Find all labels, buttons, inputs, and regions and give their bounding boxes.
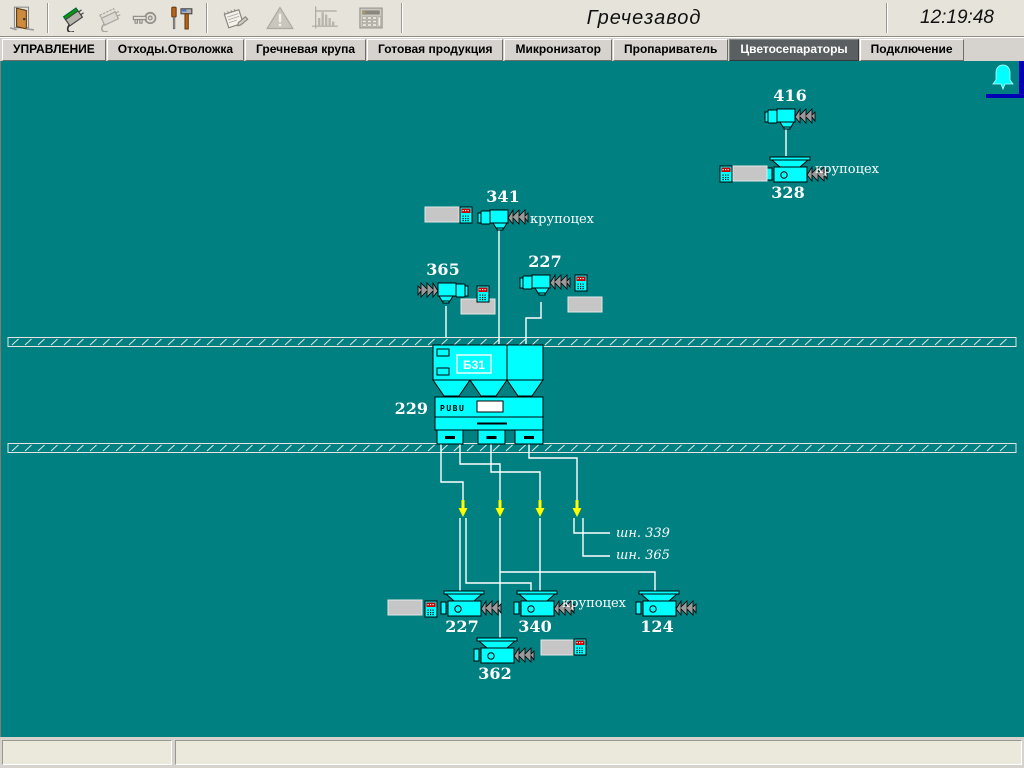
- auger-screw: [676, 601, 696, 615]
- auger-screw: [550, 275, 570, 289]
- tab-proparivatel[interactable]: Пропариватель: [613, 39, 728, 61]
- separator-panel-text: PUBU: [440, 404, 465, 413]
- screw-365-label: шн. 365: [616, 548, 670, 563]
- machine-227b[interactable]: 227: [441, 591, 501, 636]
- blue-edge-right: [1019, 61, 1024, 98]
- tab-othody-otvolozhka[interactable]: Отходы.Отволожка: [107, 39, 244, 61]
- machine-number: 365: [426, 260, 459, 279]
- tab-grechnevaya-krupa[interactable]: Гречневая крупа: [245, 39, 366, 61]
- machine-number: 328: [771, 183, 804, 202]
- exit-button[interactable]: [4, 3, 40, 33]
- machine-number: 416: [773, 86, 806, 105]
- tab-cvetoseparatory[interactable]: Цветосепараторы: [729, 39, 858, 61]
- clock: 12:19:48: [894, 7, 1020, 29]
- control-panel-icon[interactable]: [460, 207, 472, 223]
- chart-icon: [308, 4, 342, 32]
- door-icon: [9, 5, 35, 31]
- auger-screw: [481, 601, 501, 615]
- bunker-b31-label: Б31: [463, 358, 485, 372]
- auger-screw: [508, 210, 528, 224]
- flow-arrow: [573, 500, 582, 517]
- pipe-line: [466, 518, 531, 591]
- auger-screw: [795, 109, 815, 123]
- machine-number: 362: [478, 664, 511, 683]
- connect-button[interactable]: [55, 3, 91, 33]
- calculator-icon: [355, 4, 387, 32]
- indicator-box: [388, 600, 422, 615]
- tools-icon: [168, 4, 194, 32]
- machine-416[interactable]: 416: [765, 86, 815, 129]
- warning-icon: [265, 4, 295, 32]
- control-panel-icon[interactable]: [575, 275, 587, 291]
- machine-number: 227: [528, 252, 561, 271]
- pipe-line: [583, 518, 610, 556]
- machine-number: 340: [518, 617, 551, 636]
- plug-disconnected-icon: [95, 4, 123, 32]
- workshop-label: крупоцех: [530, 212, 595, 227]
- control-panel-icon[interactable]: [425, 601, 437, 617]
- control-panel-icon[interactable]: [720, 166, 732, 182]
- toolbar: Гречезавод 12:19:48: [0, 0, 1024, 37]
- process-diagram: 416 328 крупоцех 341 крупоцех 365 227 227 340 кру…: [1, 61, 1024, 737]
- pipe-line: [500, 572, 655, 591]
- machine-328[interactable]: 328 крупоцех: [767, 157, 880, 202]
- machine-229-label: 229: [395, 399, 428, 418]
- workshop-label: крупоцех: [815, 162, 880, 177]
- status-panel-left: [2, 740, 172, 765]
- conveyor-line: [8, 444, 1016, 453]
- screw-339-label: шн. 339: [616, 526, 670, 541]
- journal-icon: [220, 4, 252, 32]
- machine-340[interactable]: 340 крупоцех: [514, 591, 627, 636]
- toolbar-separator: [401, 3, 402, 33]
- tab-bar: УПРАВЛЕНИЕОтходы.ОтволожкаГречневая круп…: [0, 37, 1024, 61]
- key-icon: [130, 4, 160, 32]
- disconnect-button[interactable]: [91, 3, 127, 33]
- tab-upravlenie[interactable]: УПРАВЛЕНИЕ: [2, 39, 106, 61]
- indicator-box: [568, 297, 602, 312]
- tab-gotovaya-produkciya[interactable]: Готовая продукция: [367, 39, 503, 61]
- plug-connected-icon: [59, 4, 87, 32]
- workshop-label: крупоцех: [562, 596, 627, 611]
- alarm-bell-icon[interactable]: [993, 65, 1013, 89]
- auger-screw: [418, 283, 438, 297]
- journal-button[interactable]: [214, 3, 258, 33]
- indicator-box: [541, 640, 575, 655]
- indicator-box: [733, 166, 767, 181]
- machine-227t[interactable]: 227: [520, 252, 570, 295]
- machine-341[interactable]: 341 крупоцех: [478, 187, 595, 230]
- tools-button[interactable]: [163, 3, 199, 33]
- flow-arrow: [496, 500, 505, 517]
- panel-button[interactable]: [348, 3, 394, 33]
- toolbar-separator: [206, 3, 207, 33]
- machine-365[interactable]: 365: [418, 260, 468, 303]
- toolbar-separator: [47, 3, 48, 33]
- machine-362[interactable]: 362: [474, 638, 534, 683]
- alarms-button[interactable]: [258, 3, 302, 33]
- auger-screw: [514, 648, 534, 662]
- status-bar: [0, 737, 1024, 768]
- pipe-line: [574, 518, 610, 533]
- scada-window: Гречезавод 12:19:48 УПРАВЛЕНИЕОтходы.Отв…: [0, 0, 1024, 768]
- flow-arrow: [536, 500, 545, 517]
- flow-arrow: [459, 500, 468, 517]
- toolbar-separator: [886, 3, 887, 33]
- machine-124[interactable]: 124: [636, 591, 696, 636]
- mimic-canvas: 416 328 крупоцех 341 крупоцех 365 227 227 340 кру…: [0, 61, 1024, 737]
- window-title: Гречезавод: [409, 7, 879, 30]
- blue-edge-bottom: [986, 94, 1024, 98]
- machine-number: 227: [445, 617, 478, 636]
- tab-mikronizator[interactable]: Микронизатор: [504, 39, 612, 61]
- indicator-box: [425, 207, 459, 222]
- machine-number: 341: [486, 187, 519, 206]
- control-panel-icon[interactable]: [477, 286, 489, 302]
- machine-229-photoseparator[interactable]: [433, 345, 543, 444]
- status-panel-right: [175, 740, 1022, 765]
- control-panel-icon[interactable]: [574, 639, 586, 655]
- tab-podklyuchenie[interactable]: Подключение: [860, 39, 964, 61]
- key-button[interactable]: [127, 3, 163, 33]
- trends-button[interactable]: [302, 3, 348, 33]
- machine-number: 124: [640, 617, 673, 636]
